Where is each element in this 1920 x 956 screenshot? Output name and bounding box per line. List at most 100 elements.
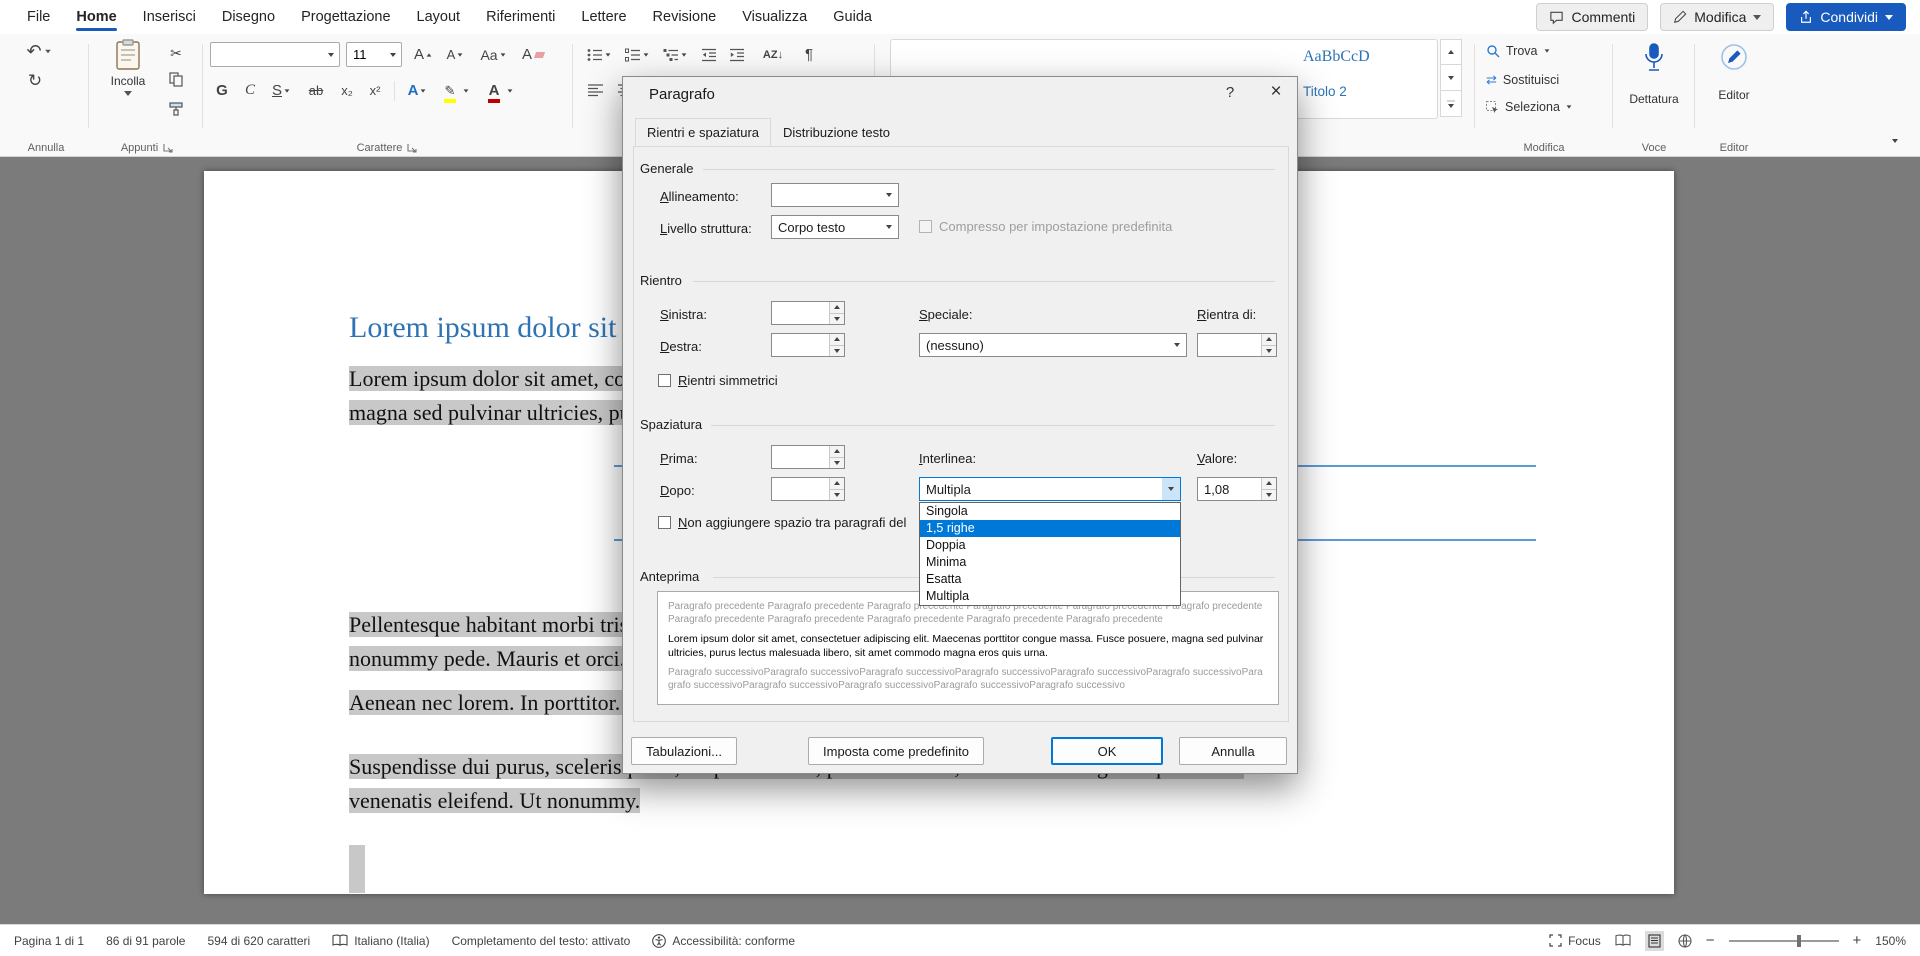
bold-button[interactable]: G [210,78,234,103]
zoom-in-button[interactable]: + [1853,932,1862,949]
dialog-close-button[interactable]: × [1255,77,1297,107]
multilevel-list-button[interactable] [658,42,692,67]
spacing-at-spinner[interactable]: 1,08 [1197,477,1277,501]
share-button[interactable]: Condividi [1786,3,1906,31]
clipboard-dialog-launcher[interactable] [163,143,173,153]
spinner-buttons[interactable] [829,302,844,324]
tab-lettere[interactable]: Lettere [568,2,639,32]
tab-layout[interactable]: Layout [404,2,474,32]
tab-guida[interactable]: Guida [820,2,885,32]
indent-right-spinner[interactable] [771,333,845,357]
tab-rientri-e-spaziatura[interactable]: Rientri e spaziatura [635,118,771,146]
tab-revisione[interactable]: Revisione [640,2,730,32]
mirror-indents-checkbox[interactable]: Rientri simmetrici [658,373,778,388]
tab-visualizza[interactable]: Visualizza [729,2,820,32]
no-space-between-paragraphs-checkbox[interactable]: Non aggiungere spazio tra paragrafi del [658,515,906,530]
styles-more-button[interactable] [1440,91,1462,117]
find-button[interactable]: Trova [1486,44,1550,58]
dropdown-item-15-righe[interactable]: 1,5 righe [920,520,1180,537]
outline-level-combo[interactable]: Corpo testo [771,215,899,239]
font-color-button[interactable]: A [482,78,520,103]
doc-line[interactable]: venenatis eleifend. Ut nonummy. [349,784,640,817]
special-combo[interactable]: (nessuno) [919,333,1187,357]
spinner-buttons[interactable] [829,446,844,468]
clear-formatting-button[interactable]: A [518,42,548,67]
page-indicator[interactable]: Pagina 1 di 1 [14,934,84,948]
zoom-slider-thumb[interactable] [1797,935,1801,947]
show-marks-button[interactable]: ¶ [796,42,822,67]
paste-button[interactable]: Incolla [100,39,156,135]
spinner-buttons[interactable] [829,334,844,356]
undo-button[interactable]: ↶ [22,38,56,64]
collapse-ribbon-button[interactable] [1892,130,1898,148]
spinner-buttons[interactable] [1261,334,1276,356]
styles-scroll-down-button[interactable] [1440,65,1462,91]
select-button[interactable]: Seleziona [1486,100,1572,114]
superscript-button[interactable]: x² [362,78,388,103]
line-spacing-combo[interactable]: Multipla [919,477,1181,501]
dictate-button[interactable]: Dettatura [1616,42,1692,106]
dropdown-item-doppia[interactable]: Doppia [920,537,1180,554]
strikethrough-button[interactable]: ab [302,78,330,103]
indent-left-spinner[interactable] [771,301,845,325]
shrink-font-button[interactable]: A [440,42,470,67]
indent-by-spinner[interactable] [1197,333,1277,357]
dropdown-item-singola[interactable]: Singola [920,503,1180,520]
grow-font-button[interactable]: A [408,42,438,67]
comments-button[interactable]: Commenti [1536,3,1648,31]
numbering-button[interactable] [620,42,654,67]
decrease-indent-button[interactable] [696,42,722,67]
tab-inserisci[interactable]: Inserisci [130,2,209,32]
doc-line[interactable]: nonummy pede. Mauris et orci. [349,642,625,675]
align-left-button[interactable] [582,78,608,103]
increase-indent-button[interactable] [724,42,750,67]
sort-button[interactable]: AZ↓ [756,42,790,67]
zoom-slider[interactable] [1729,940,1839,942]
ok-button[interactable]: OK [1051,737,1163,765]
replace-button[interactable]: ⇄ Sostituisci [1486,72,1559,88]
focus-mode-button[interactable]: Focus [1549,934,1601,948]
style-card-titolo2[interactable]: AaBbCcD Titolo 2 [1303,48,1429,99]
spinner-buttons[interactable] [1261,478,1276,500]
word-count[interactable]: 86 di 91 parole [106,934,185,948]
change-case-button[interactable]: Aa [474,42,512,67]
font-size-combo[interactable]: 11 [346,42,402,67]
copy-button[interactable] [164,68,188,90]
text-completion-status[interactable]: Completamento del testo: attivato [452,934,631,948]
zoom-level[interactable]: 150% [1875,934,1906,948]
tab-home[interactable]: Home [63,2,129,32]
tab-file[interactable]: File [14,2,63,32]
text-effects-button[interactable]: A [400,78,434,103]
proofing-status[interactable]: Italiano (Italia) [332,934,429,948]
spacing-before-spinner[interactable] [771,445,845,469]
styles-scroll-up-button[interactable] [1440,39,1462,65]
cut-button[interactable]: ✂ [164,42,188,64]
subscript-button[interactable]: x₂ [334,78,360,103]
underline-button[interactable]: S [264,78,298,103]
spinner-buttons[interactable] [829,478,844,500]
cancel-button[interactable]: Annulla [1179,737,1287,765]
accessibility-status[interactable]: Accessibilità: conforme [652,934,795,948]
tab-riferimenti[interactable]: Riferimenti [473,2,568,32]
highlight-button[interactable]: ✎ [438,78,476,103]
italic-button[interactable]: C [238,78,262,103]
dialog-help-button[interactable]: ? [1209,77,1251,107]
read-mode-button[interactable] [1615,934,1631,947]
zoom-out-button[interactable]: − [1706,932,1715,949]
editing-mode-button[interactable]: Modifica [1660,3,1774,31]
spacing-after-spinner[interactable] [771,477,845,501]
font-name-combo[interactable] [210,42,340,67]
format-painter-button[interactable] [164,98,188,120]
character-count[interactable]: 594 di 620 caratteri [207,934,310,948]
dropdown-item-esatta[interactable]: Esatta [920,571,1180,588]
tab-progettazione[interactable]: Progettazione [288,2,403,32]
tabs-button[interactable]: Tabulazioni... [631,737,737,765]
font-dialog-launcher[interactable] [407,143,417,153]
tab-distribuzione-testo[interactable]: Distribuzione testo [771,118,902,146]
collapsed-by-default-checkbox[interactable]: Compresso per impostazione predefinita [919,219,1172,234]
alignment-combo[interactable] [771,183,899,207]
redo-button[interactable]: ↻ [22,68,48,94]
dropdown-item-minima[interactable]: Minima [920,554,1180,571]
web-layout-button[interactable] [1678,934,1692,948]
bullets-button[interactable] [582,42,616,67]
